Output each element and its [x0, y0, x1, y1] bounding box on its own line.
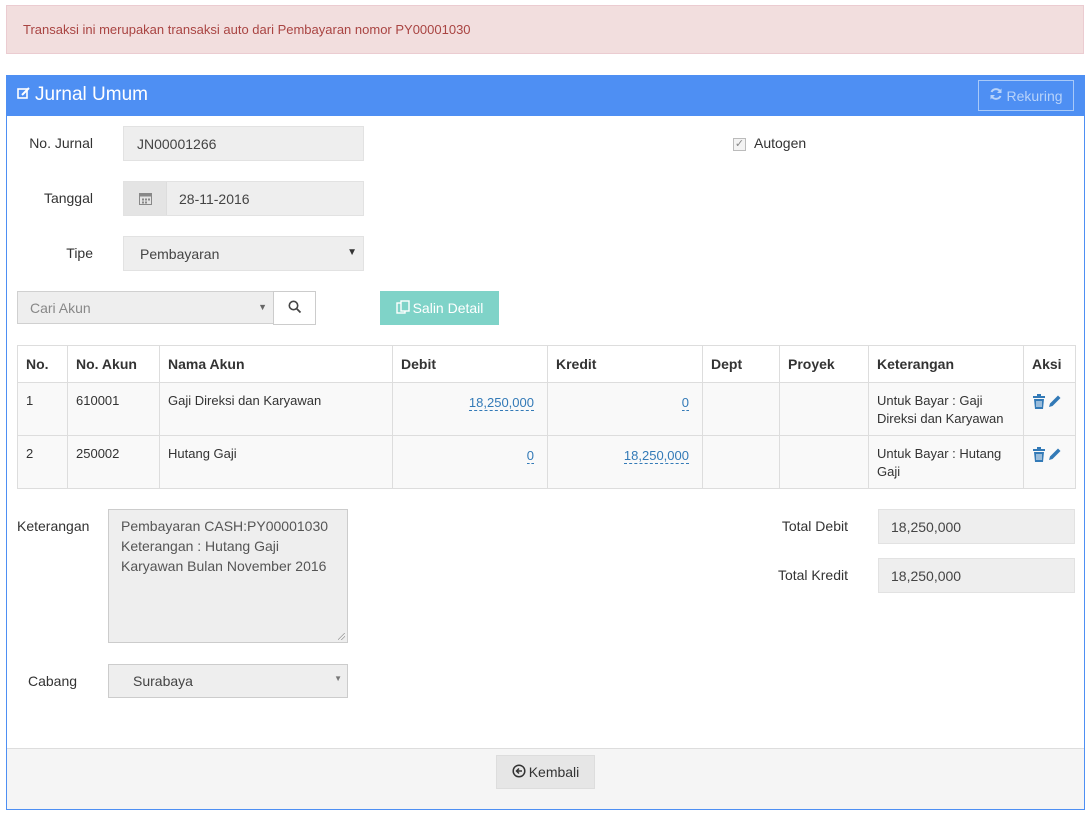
alert-text: Transaksi ini merupakan transaksi auto d… — [23, 22, 471, 37]
cell-nama-akun: Hutang Gaji — [159, 435, 393, 489]
col-header-aksi: Aksi — [1023, 345, 1076, 383]
col-header-nama-akun: Nama Akun — [159, 345, 393, 383]
kembali-label: Kembali — [528, 764, 580, 780]
tanggal-value: 28-11-2016 — [179, 190, 250, 207]
tanggal-field[interactable]: 28-11-2016 — [123, 181, 364, 216]
total-debit-value: 18,250,000 — [891, 518, 962, 535]
search-button[interactable] — [273, 291, 316, 325]
cell-proyek — [779, 435, 869, 489]
edit-icon — [17, 84, 31, 106]
calendar-icon — [124, 182, 167, 215]
panel-footer: Kembali — [7, 748, 1084, 809]
pencil-icon[interactable] — [1048, 447, 1062, 467]
col-header-debit: Debit — [392, 345, 548, 383]
cell-no-akun: 250002 — [67, 435, 160, 489]
cari-akun-select[interactable]: Cari Akun ▼ — [17, 291, 274, 324]
rekuring-label: Rekuring — [1006, 87, 1063, 104]
col-header-no-akun: No. Akun — [67, 345, 160, 383]
kredit-editable[interactable]: 18,250,000 — [623, 448, 689, 464]
cell-aksi — [1023, 435, 1076, 489]
refresh-icon — [989, 87, 1003, 104]
cell-no: 1 — [17, 382, 68, 436]
pencil-icon[interactable] — [1048, 394, 1062, 414]
jurnal-panel: Jurnal Umum Rekuring No. Jurnal JN000012… — [6, 75, 1085, 810]
cell-no-akun: 610001 — [67, 382, 160, 436]
cabang-label: Cabang — [28, 673, 78, 689]
copy-icon — [395, 299, 410, 317]
tipe-select[interactable]: Pembayaran ▼ — [123, 236, 364, 271]
total-kredit-value: 18,250,000 — [891, 567, 962, 584]
cabang-select[interactable]: Surabaya ▼ — [108, 664, 348, 698]
tipe-value: Pembayaran — [140, 245, 220, 262]
col-header-dept: Dept — [702, 345, 780, 383]
autogen-label: Autogen — [754, 135, 807, 151]
cell-nama-akun: Gaji Direksi dan Karyawan — [159, 382, 393, 436]
keterangan-textarea[interactable]: Pembayaran CASH:PY00001030 Keterangan : … — [108, 509, 348, 643]
table-row: 1 610001 Gaji Direksi dan Karyawan 18,25… — [17, 382, 1076, 436]
kredit-editable[interactable]: 0 — [681, 395, 689, 411]
cell-debit: 0 — [392, 435, 548, 489]
total-kredit-field: 18,250,000 — [878, 558, 1075, 593]
cell-kredit: 18,250,000 — [547, 435, 703, 489]
resize-grip-icon[interactable] — [338, 633, 345, 640]
keterangan-label: Keterangan — [17, 518, 90, 534]
cell-kredit: 0 — [547, 382, 703, 436]
total-kredit-label: Total Kredit — [777, 567, 848, 583]
arrow-left-circle-icon — [512, 763, 526, 781]
col-header-keterangan: Keterangan — [868, 345, 1024, 383]
table-header-row: No. No. Akun Nama Akun Debit Kredit Dept… — [17, 345, 1076, 383]
info-alert: Transaksi ini merupakan transaksi auto d… — [6, 5, 1084, 54]
debit-editable[interactable]: 18,250,000 — [468, 395, 534, 411]
no-jurnal-value: JN00001266 — [137, 135, 217, 152]
cell-dept — [702, 382, 780, 436]
detail-table: No. No. Akun Nama Akun Debit Kredit Dept… — [17, 345, 1076, 489]
search-icon — [288, 300, 302, 317]
keterangan-value: Pembayaran CASH:PY00001030 Keterangan : … — [121, 518, 329, 574]
col-header-proyek: Proyek — [779, 345, 869, 383]
caret-down-icon: ▼ — [347, 247, 357, 258]
cell-keterangan: Untuk Bayar : Gaji Direksi dan Karyawan — [868, 382, 1024, 436]
trash-icon[interactable] — [1032, 394, 1046, 414]
panel-header: Jurnal Umum Rekuring — [7, 76, 1084, 116]
no-jurnal-field[interactable]: JN00001266 — [123, 126, 364, 161]
debit-editable[interactable]: 0 — [526, 448, 534, 464]
col-header-no: No. — [17, 345, 68, 383]
cell-debit: 18,250,000 — [392, 382, 548, 436]
cell-keterangan: Untuk Bayar : Hutang Gaji — [868, 435, 1024, 489]
no-jurnal-label: No. Jurnal — [29, 135, 93, 151]
cell-aksi — [1023, 382, 1076, 436]
caret-down-icon: ▼ — [258, 302, 267, 312]
total-debit-field: 18,250,000 — [878, 509, 1075, 544]
panel-title-text: Jurnal Umum — [35, 84, 148, 105]
cell-no: 2 — [17, 435, 68, 489]
rekuring-button[interactable]: Rekuring — [978, 80, 1074, 111]
kembali-button[interactable]: Kembali — [496, 755, 595, 789]
cabang-value: Surabaya — [133, 673, 193, 689]
tipe-label: Tipe — [66, 245, 93, 261]
salin-detail-label: Salin Detail — [412, 300, 484, 316]
cell-dept — [702, 435, 780, 489]
salin-detail-button[interactable]: Salin Detail — [380, 291, 499, 325]
caret-down-icon: ▼ — [334, 674, 342, 683]
tanggal-label: Tanggal — [43, 190, 93, 206]
total-debit-label: Total Debit — [781, 518, 848, 534]
col-header-kredit: Kredit — [547, 345, 703, 383]
cell-proyek — [779, 382, 869, 436]
autogen-checkbox[interactable]: ✓ — [733, 138, 746, 151]
cari-akun-placeholder: Cari Akun — [30, 299, 91, 316]
trash-icon[interactable] — [1032, 447, 1046, 467]
panel-title: Jurnal Umum — [17, 84, 148, 106]
table-row: 2 250002 Hutang Gaji 0 18,250,000 Untuk … — [17, 435, 1076, 489]
